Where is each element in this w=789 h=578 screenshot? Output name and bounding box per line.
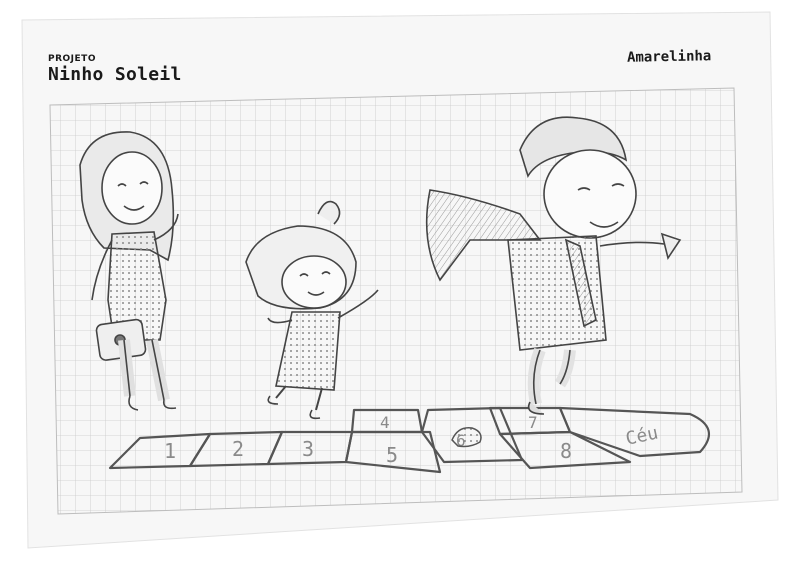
square-number-1: 1 (164, 439, 176, 463)
square-number-4: 4 (380, 413, 390, 432)
square-number-2: 2 (232, 437, 244, 461)
project-branding: PROJETO Ninho Soleil (48, 54, 182, 86)
project-kicker: PROJETO (48, 54, 96, 64)
square-number-7: 7 (528, 413, 538, 432)
project-name: Ninho Soleil (48, 64, 182, 85)
square-number-3: 3 (302, 437, 314, 461)
square-number-8: 8 (560, 439, 572, 463)
sheet-title: Amarelinha (626, 48, 712, 66)
illustration-canvas: 1 2 3 4 5 6 7 8 Céu (21, 11, 779, 549)
square-number-5: 5 (386, 443, 398, 467)
coloring-sheet: 1 2 3 4 5 6 7 8 Céu (0, 0, 789, 574)
